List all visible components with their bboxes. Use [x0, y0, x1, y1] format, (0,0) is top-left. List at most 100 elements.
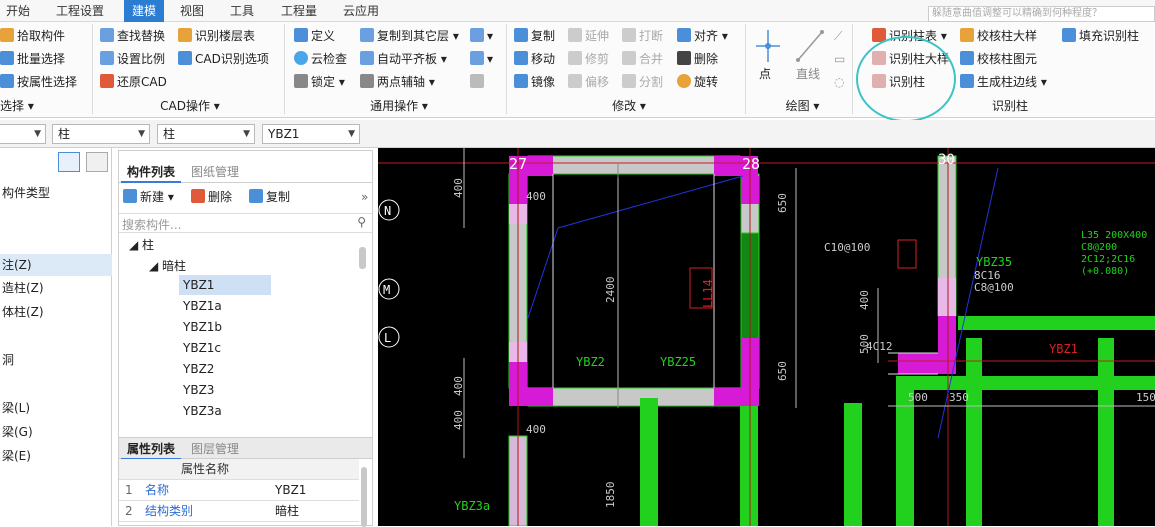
- auto-align-slab-button[interactable]: 自动平齐板 ▾: [360, 49, 447, 69]
- menu-view[interactable]: 视图: [174, 0, 210, 22]
- table-row[interactable]: 1 名称 YBZ1: [119, 480, 359, 501]
- scrollbar[interactable]: [359, 247, 366, 269]
- line-icon[interactable]: [796, 28, 824, 66]
- list-item[interactable]: YBZ1b: [179, 317, 222, 337]
- offset-button[interactable]: 偏移: [568, 72, 609, 92]
- group-select[interactable]: 选择 ▾: [0, 96, 90, 116]
- list-item[interactable]: YBZ2: [179, 359, 214, 379]
- list-item[interactable]: YBZ1a: [179, 296, 222, 316]
- mirror-button[interactable]: 镜像: [514, 72, 555, 92]
- list-item[interactable]: YBZ1c: [179, 338, 221, 358]
- menu-project-settings[interactable]: 工程设置: [50, 0, 110, 22]
- beam: [898, 376, 1155, 390]
- copy-to-floor-button[interactable]: 复制到其它层 ▾: [360, 26, 459, 46]
- table-row[interactable]: 2 结构类别 暗柱: [119, 501, 359, 522]
- menu-start[interactable]: 开始: [0, 0, 36, 22]
- category-select[interactable]: 柱 ▼: [52, 124, 150, 144]
- split-button[interactable]: 分割: [622, 72, 663, 92]
- cad-options-button[interactable]: CAD识别选项: [178, 49, 269, 69]
- generate-column-edge-button[interactable]: 生成柱边线 ▾: [960, 72, 1047, 92]
- check-column-element-button[interactable]: 校核柱图元: [960, 49, 1037, 69]
- tab-drawing-management[interactable]: 图纸管理: [185, 161, 245, 183]
- lock-button[interactable]: 锁定 ▾: [294, 72, 345, 92]
- group-common-ops[interactable]: 通用操作 ▾: [294, 96, 504, 116]
- nav-item-edge-beam[interactable]: 梁(E): [0, 445, 112, 467]
- more-icon[interactable]: »: [361, 187, 368, 207]
- component-search[interactable]: 搜索构件... ⚲: [119, 213, 372, 233]
- fill-recognize-column-button[interactable]: 填充识别柱: [1062, 26, 1139, 46]
- batch-select-button[interactable]: 批量选择: [0, 49, 65, 69]
- tree-node-column[interactable]: ◢ 柱: [129, 235, 154, 255]
- nav-item-component-type[interactable]: 构件类型: [0, 182, 112, 204]
- column-ybz35-leg[interactable]: [898, 353, 956, 374]
- nav-item-ring-beam[interactable]: 梁(G): [0, 421, 112, 443]
- layer-toggle-button[interactable]: ▾: [470, 26, 493, 46]
- group-modify[interactable]: 修改 ▾: [514, 96, 744, 116]
- two-point-axis-button[interactable]: 两点辅轴 ▾: [360, 72, 435, 92]
- restore-cad-button[interactable]: 还原CAD: [100, 72, 167, 92]
- pick-icon: [0, 28, 14, 42]
- set-scale-button[interactable]: 设置比例: [100, 49, 165, 69]
- menu-tools[interactable]: 工具: [224, 0, 260, 22]
- align-icon: [677, 28, 691, 42]
- define-button[interactable]: 定义: [294, 26, 335, 46]
- merge-button[interactable]: 合并: [622, 49, 663, 69]
- tab-component-list[interactable]: 构件列表: [121, 161, 182, 183]
- arc-icon[interactable]: ⟋: [834, 26, 842, 46]
- nav-item-masonry-column[interactable]: 体柱(Z): [0, 301, 112, 323]
- new-icon: [123, 189, 137, 203]
- point-button[interactable]: 点: [759, 64, 771, 84]
- list-item[interactable]: YBZ3: [179, 380, 214, 400]
- select-by-property-button[interactable]: 按属性选择: [0, 72, 77, 92]
- view-toggle-button[interactable]: ▾: [470, 49, 493, 69]
- component-select[interactable]: YBZ1 ▼: [262, 124, 360, 144]
- drawing-canvas[interactable]: N M L 27 28 30 400 400 4C12 500 350 150 …: [378, 148, 1155, 526]
- label-ybz25: YBZ25: [660, 355, 696, 369]
- rotate-button[interactable]: 旋转: [677, 72, 718, 92]
- column-ybz25-leg[interactable]: [714, 388, 741, 406]
- group-draw[interactable]: 绘图 ▾: [755, 96, 850, 116]
- menu-quantity[interactable]: 工程量: [275, 0, 323, 22]
- copy-component-button[interactable]: 复制: [249, 187, 290, 207]
- nav-item-column[interactable]: 注(Z): [0, 254, 112, 276]
- trim-button[interactable]: 修剪: [568, 49, 609, 69]
- delete-component-button[interactable]: 删除: [191, 187, 232, 207]
- nav-item-opening[interactable]: 洞: [0, 349, 112, 371]
- type-select[interactable]: 柱 ▼: [157, 124, 255, 144]
- break-button[interactable]: 打断: [622, 26, 663, 46]
- list-view-icon[interactable]: [58, 152, 80, 172]
- tab-property-list[interactable]: 属性列表: [121, 438, 182, 460]
- circle-icon[interactable]: ◌: [834, 72, 844, 92]
- nav-item-constructional-column[interactable]: 造柱(Z): [0, 277, 112, 299]
- tab-layer-management[interactable]: 图层管理: [185, 438, 245, 460]
- copy-button[interactable]: 复制: [514, 26, 555, 46]
- pick-component-button[interactable]: 拾取构件: [0, 26, 65, 46]
- rect-icon[interactable]: ▭: [834, 49, 845, 69]
- menu-cloud[interactable]: 云应用: [337, 0, 385, 22]
- recognize-floor-table-button[interactable]: 识别楼层表: [178, 26, 255, 46]
- help-search-input[interactable]: 躲随意曲值调整可以精确到何种程度？: [928, 6, 1155, 22]
- tree-node-hidden-column[interactable]: ◢ 暗柱: [149, 256, 186, 276]
- cloud-icon: [294, 51, 308, 65]
- line-button[interactable]: 直线: [796, 64, 820, 84]
- check-column-detail-button[interactable]: 校核柱大样: [960, 26, 1037, 46]
- floor-select[interactable]: ▼: [0, 124, 46, 144]
- group-cad[interactable]: CAD操作 ▾: [100, 96, 280, 116]
- delete-button[interactable]: 删除: [677, 49, 718, 69]
- cloud-check-button[interactable]: 云检查: [294, 49, 347, 69]
- filter-button[interactable]: [470, 72, 487, 92]
- list-item[interactable]: YBZ3a: [179, 401, 222, 421]
- extend-button[interactable]: 延伸: [568, 26, 609, 46]
- grid-view-icon[interactable]: [86, 152, 108, 172]
- new-component-button[interactable]: 新建 ▾: [123, 187, 174, 207]
- list-item[interactable]: YBZ1: [179, 275, 271, 295]
- scrollbar[interactable]: [361, 467, 367, 527]
- nav-item-beam[interactable]: 梁(L): [0, 397, 112, 419]
- label-ybz2: YBZ2: [576, 355, 605, 369]
- menu-modeling[interactable]: 建模: [124, 0, 165, 22]
- align-button[interactable]: 对齐 ▾: [677, 26, 728, 46]
- column-ybz2-leg[interactable]: [527, 388, 553, 406]
- move-button[interactable]: 移动: [514, 49, 555, 69]
- find-replace-button[interactable]: 查找替换: [100, 26, 165, 46]
- point-icon[interactable]: [755, 28, 781, 66]
